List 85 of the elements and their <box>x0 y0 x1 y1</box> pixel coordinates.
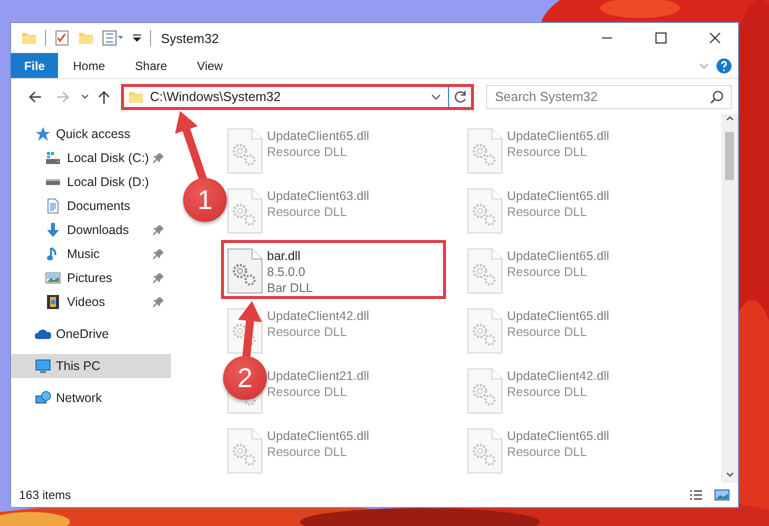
nav-item[interactable]: Local Disk (D:) <box>11 170 171 194</box>
drive-icon <box>45 150 61 166</box>
file-detail: Resource DLL <box>267 204 348 220</box>
pin-icon <box>153 248 165 260</box>
file-detail: Bar DLL <box>267 280 313 296</box>
file-gear-icon <box>467 188 503 234</box>
ribbon-tab[interactable]: Share <box>120 53 182 78</box>
pin-icon <box>153 152 165 164</box>
file-name[interactable]: UpdateClient63.dll <box>267 188 370 204</box>
file-detail: Resource DLL <box>507 384 588 400</box>
file-gear-icon <box>227 188 263 234</box>
nav-item[interactable]: Network <box>11 386 171 410</box>
nav-item[interactable]: OneDrive <box>11 322 171 346</box>
file-name[interactable]: UpdateClient65.dll <box>507 128 610 144</box>
file-detail: Resource DLL <box>507 204 588 220</box>
maximize-icon <box>655 32 667 44</box>
file-gear-icon <box>467 128 503 174</box>
up-arrow-icon <box>96 88 112 104</box>
back-arrow-icon <box>27 88 43 104</box>
file-name[interactable]: bar.dll <box>267 248 313 264</box>
file-gear-icon <box>467 428 503 474</box>
file-detail: Resource DLL <box>267 324 348 340</box>
file-name[interactable]: UpdateClient21.dll <box>267 368 370 384</box>
nav-item[interactable]: Music <box>11 242 171 266</box>
folder-icon <box>21 30 37 46</box>
file-name[interactable]: UpdateClient65.dll <box>507 188 610 204</box>
window-title: System32 <box>161 30 219 46</box>
checklist-icon <box>54 30 70 46</box>
nav-item[interactable]: This PC <box>11 354 171 378</box>
properties-icon <box>102 30 124 46</box>
address-bar[interactable]: C:\Windows\System32 <box>121 84 474 110</box>
file-gear-icon <box>227 128 263 174</box>
forward-arrow-icon <box>55 88 71 104</box>
file-detail: Resource DLL <box>507 264 588 280</box>
star-icon <box>35 126 51 142</box>
chevron-down-icon <box>80 92 90 102</box>
file-detail: Resource DLL <box>507 444 588 460</box>
pin-icon <box>153 272 165 284</box>
pin-icon <box>153 224 165 236</box>
dropdown-icon <box>132 33 142 43</box>
file-name[interactable]: UpdateClient65.dll <box>507 248 610 264</box>
search-field[interactable]: Search System32 <box>486 84 732 108</box>
file-gear-icon <box>467 368 503 414</box>
file-gear-icon <box>467 308 503 354</box>
file-menu-button[interactable]: File <box>11 53 58 78</box>
file-detail: Resource DLL <box>267 144 348 160</box>
file-detail: Resource DLL <box>507 144 588 160</box>
file-name[interactable]: UpdateClient42.dll <box>267 308 370 324</box>
file-name[interactable]: UpdateClient42.dll <box>507 368 610 384</box>
picture-icon <box>714 487 730 503</box>
file-detail: 8.5.0.0 <box>267 264 306 280</box>
file-gear-icon <box>467 248 503 294</box>
picture-icon <box>45 270 61 286</box>
pin-icon <box>153 296 165 308</box>
computer-icon <box>35 358 51 374</box>
file-detail: Resource DLL <box>507 324 588 340</box>
file-name[interactable]: UpdateClient65.dll <box>267 128 370 144</box>
nav-item[interactable]: Quick access <box>11 122 171 146</box>
document-icon <box>45 198 61 214</box>
ribbon-tab[interactable]: View <box>182 53 238 78</box>
nav-item[interactable]: Local Disk (C:) <box>11 146 171 170</box>
file-name[interactable]: UpdateClient65.dll <box>507 428 610 444</box>
network-icon <box>35 390 51 406</box>
file-gear-icon <box>227 428 263 474</box>
download-icon <box>45 222 61 238</box>
nav-item[interactable]: Documents <box>11 194 171 218</box>
scrollbar-thumb[interactable] <box>725 132 734 180</box>
close-icon <box>709 32 721 44</box>
help-icon <box>716 58 732 74</box>
search-icon <box>710 90 724 104</box>
ribbon-tab[interactable]: Home <box>58 53 120 78</box>
file-gear-icon <box>227 248 263 294</box>
file-detail: Resource DLL <box>267 444 348 460</box>
drive-icon <box>45 179 61 185</box>
refresh-icon <box>453 90 467 104</box>
scrollbar[interactable] <box>721 114 738 483</box>
file-name[interactable]: UpdateClient65.dll <box>267 428 370 444</box>
item-count: 163 items <box>19 488 72 502</box>
folder-icon <box>78 30 94 46</box>
nav-item[interactable]: Downloads <box>11 218 171 242</box>
nav-item[interactable]: Pictures <box>11 266 171 290</box>
file-name[interactable]: UpdateClient65.dll <box>507 308 610 324</box>
film-icon <box>45 294 61 310</box>
nav-item[interactable]: Videos <box>11 290 171 314</box>
file-detail: Resource DLL <box>267 384 348 400</box>
